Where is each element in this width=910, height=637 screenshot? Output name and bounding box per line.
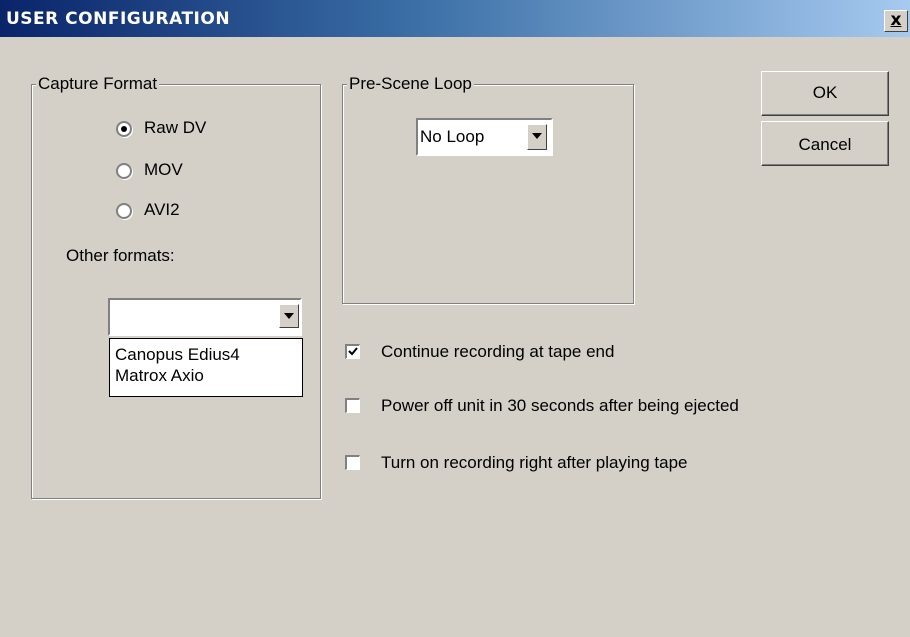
- radio-button[interactable]: [116, 163, 132, 179]
- user-configuration-dialog: USER CONFIGURATION x Capture Format Raw …: [0, 0, 910, 637]
- checkmark-icon: [348, 347, 358, 356]
- close-icon: x: [890, 10, 902, 30]
- capture-format-label: Capture Format: [36, 74, 160, 94]
- radio-avi2[interactable]: AVI2: [116, 200, 276, 222]
- radio-button[interactable]: [116, 203, 132, 219]
- power-off-label: Power off unit in 30 seconds after being…: [381, 396, 739, 415]
- cancel-button[interactable]: Cancel: [761, 121, 889, 166]
- radio-button[interactable]: [116, 121, 132, 137]
- radio-label: Raw DV: [144, 118, 207, 137]
- turn-on-recording-label: Turn on recording right after playing ta…: [381, 453, 688, 472]
- continue-recording-option[interactable]: Continue recording at tape end: [345, 342, 825, 364]
- window-title: USER CONFIGURATION: [6, 9, 231, 29]
- chevron-down-icon[interactable]: [279, 304, 299, 328]
- radio-label: MOV: [144, 160, 183, 179]
- radio-raw-dv[interactable]: Raw DV: [116, 118, 276, 140]
- pre-scene-loop-value: No Loop: [420, 127, 485, 146]
- ok-button[interactable]: OK: [761, 71, 889, 116]
- chevron-down-icon[interactable]: [527, 124, 547, 150]
- radio-label: AVI2: [144, 200, 180, 219]
- ok-button-label: OK: [812, 83, 838, 102]
- list-item-canopus-edius4[interactable]: Canopus Edius4: [115, 345, 240, 365]
- pre-scene-loop-group: Pre-Scene Loop: [342, 74, 634, 304]
- continue-recording-label: Continue recording at tape end: [381, 342, 615, 361]
- close-button[interactable]: x: [884, 10, 908, 32]
- cancel-button-label: Cancel: [798, 135, 852, 154]
- other-formats-label: Other formats:: [66, 246, 175, 265]
- capture-format-group: Capture Format: [31, 74, 321, 499]
- title-bar[interactable]: USER CONFIGURATION x: [0, 0, 910, 37]
- list-item-matrox-axio[interactable]: Matrox Axio: [115, 366, 204, 386]
- other-formats-dropdown-list: Canopus Edius4 Matrox Axio: [109, 338, 303, 397]
- turn-on-recording-checkbox[interactable]: [345, 455, 360, 470]
- power-off-option[interactable]: Power off unit in 30 seconds after being…: [345, 396, 865, 418]
- pre-scene-loop-select[interactable]: No Loop: [416, 118, 553, 156]
- other-formats-select[interactable]: [108, 298, 302, 336]
- continue-recording-checkbox[interactable]: [345, 344, 360, 359]
- turn-on-recording-option[interactable]: Turn on recording right after playing ta…: [345, 453, 825, 475]
- radio-mov[interactable]: MOV: [116, 160, 276, 182]
- power-off-checkbox[interactable]: [345, 398, 360, 413]
- radio-selected-dot: [121, 126, 127, 132]
- pre-scene-loop-label: Pre-Scene Loop: [347, 74, 474, 94]
